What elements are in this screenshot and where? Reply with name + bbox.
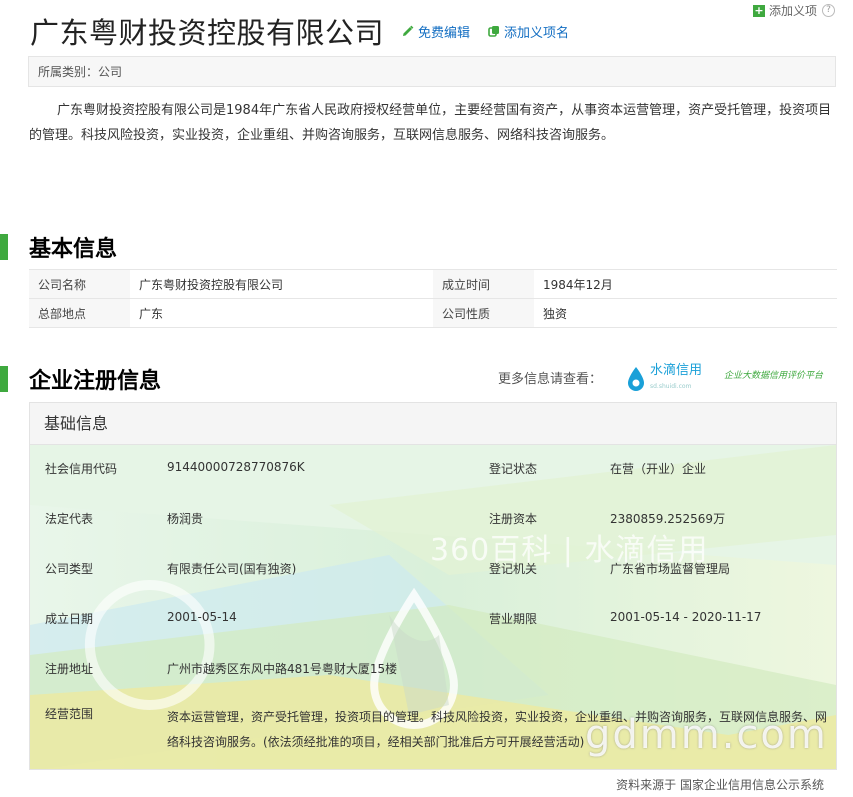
partner-slogan: 企业大数据信用评价平台 <box>724 371 824 381</box>
more-info-label: 更多信息请查看： <box>498 372 603 387</box>
reg-key: 注册资本 <box>489 512 538 526</box>
table-value: 广东粤财投资控股有限公司 <box>130 269 433 299</box>
help-icon[interactable]: ? <box>822 4 835 17</box>
page-title: 广东粤财投资控股有限公司 <box>30 16 385 50</box>
registration-box-title: 基础信息 <box>30 403 836 445</box>
plus-icon: + <box>752 3 765 17</box>
table-row: 总部地点 广东 公司性质 独资 <box>29 298 837 328</box>
section-marker <box>0 366 8 392</box>
table-key: 总部地点 <box>29 298 130 328</box>
basic-info-table: 公司名称 广东粤财投资控股有限公司 成立时间 1984年12月 总部地点 广东 … <box>29 269 837 328</box>
data-source-text: 资料来源于 国家企业信用信息公示系统 <box>616 778 824 792</box>
reg-key: 登记状态 <box>489 462 538 476</box>
category-bar: 所属类别：公司 <box>28 56 836 87</box>
add-name-label: 添加义项名 <box>504 25 570 41</box>
basic-info-heading: 基本信息 <box>0 231 117 263</box>
reg-value: 在营（开业）企业 <box>610 462 707 476</box>
reg-key: 注册地址 <box>45 662 94 676</box>
reg-value: 2001-05-14 - 2020-11-17 <box>610 610 762 624</box>
shuidi-logo[interactable]: 水滴信用 sd.shuidi.com <box>626 363 702 395</box>
table-value: 1984年12月 <box>534 269 837 299</box>
summary-text: 广东粤财投资控股有限公司是1984年广东省人民政府授权经营单位，主要经营国有资产… <box>29 103 832 143</box>
registration-title: 企业注册信息 <box>29 369 162 394</box>
reg-value: 2001-05-14 <box>167 610 237 624</box>
water-drop-icon <box>628 367 644 391</box>
reg-key: 成立日期 <box>45 612 94 626</box>
add-term-link[interactable]: + 添加义项 ? <box>752 2 835 19</box>
add-term-label: 添加义项 <box>768 4 817 18</box>
basic-info-title: 基本信息 <box>29 237 118 262</box>
table-value: 广东 <box>130 298 433 328</box>
partner-name: 水滴信用 <box>650 363 703 378</box>
reg-value: 广州市越秀区东风中路481号粤财大厦15楼 <box>167 662 398 676</box>
table-key: 公司名称 <box>29 269 130 299</box>
reg-key: 营业期限 <box>489 612 538 626</box>
reg-value: 有限责任公司(国有独资) <box>167 562 297 576</box>
reg-value: 杨润贵 <box>167 512 204 526</box>
site-watermark: gdmm.com <box>585 712 828 758</box>
edit-button[interactable]: 免费编辑 <box>402 22 470 41</box>
section-marker <box>0 234 8 260</box>
table-key: 公司性质 <box>433 298 534 328</box>
reg-key: 法定代表 <box>45 512 94 526</box>
reg-value: 91440000728770876K <box>167 460 305 474</box>
partner-sub: sd.shuidi.com <box>650 383 692 390</box>
reg-key: 登记机关 <box>489 562 538 576</box>
table-row: 公司名称 广东粤财投资控股有限公司 成立时间 1984年12月 <box>29 269 837 299</box>
add-name-button[interactable]: 添加义项名 <box>488 22 569 41</box>
table-value: 独资 <box>534 298 837 328</box>
pencil-icon <box>403 25 414 36</box>
reg-value: 2380859.252569万 <box>610 512 726 526</box>
reg-value: 广东省市场监督管理局 <box>610 562 731 576</box>
copy-icon <box>488 26 500 37</box>
edit-label: 免费编辑 <box>418 25 471 41</box>
reg-key: 经营范围 <box>45 707 94 721</box>
reg-key: 公司类型 <box>45 562 94 576</box>
reg-key: 社会信用代码 <box>45 462 118 476</box>
registration-heading: 企业注册信息 <box>0 363 161 395</box>
title-row: 广东粤财投资控股有限公司 免费编辑 添加义项名 <box>30 10 569 52</box>
table-key: 成立时间 <box>433 269 534 299</box>
